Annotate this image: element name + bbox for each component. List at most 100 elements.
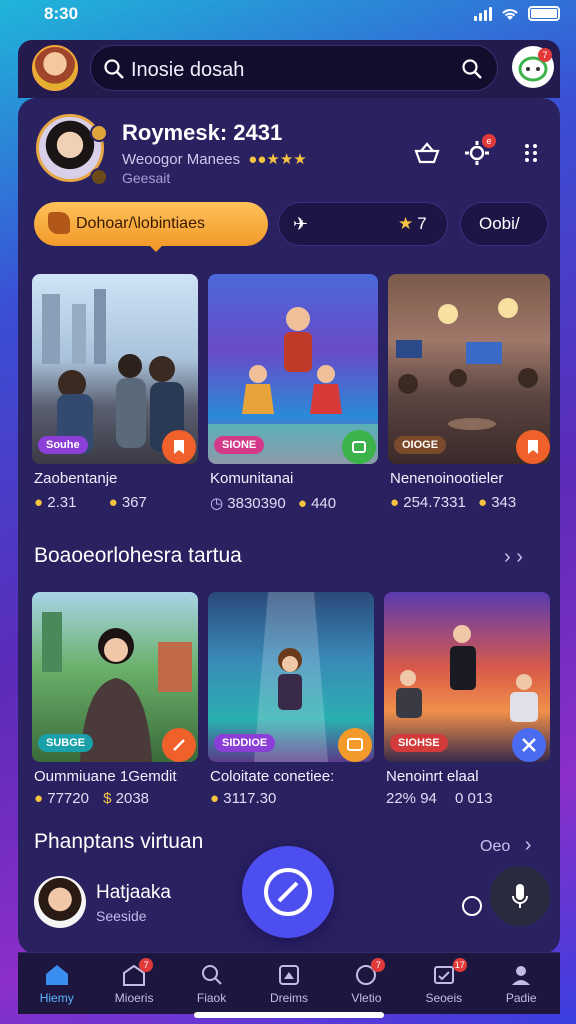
card-stats: ● 3117.30	[210, 790, 276, 807]
coin-icon: ●	[34, 790, 44, 807]
person-subtitle: Seeside	[96, 908, 147, 924]
pin-icon: ✈	[293, 213, 309, 234]
card-tag: SUBGE	[38, 734, 94, 752]
expand-button[interactable]	[512, 728, 546, 762]
content-card[interactable]: SUBGE Oummiuane 1Gemdit ● 77720 $ 2038	[32, 592, 198, 812]
nav-store[interactable]: 7 Mioeris	[99, 954, 169, 1014]
nav-label: Hiemy	[39, 990, 74, 1005]
coin-icon: ●	[34, 494, 44, 511]
emoji-icon: ●	[108, 494, 118, 511]
bookmark-button[interactable]	[516, 430, 550, 464]
nav-label: Mioeris	[114, 990, 154, 1005]
featured-card[interactable]: SIONE Komunitanai ◷ 3830390 ● 440	[208, 274, 378, 524]
clock-icon: ◷	[210, 495, 224, 512]
card-title: Zaobentanje	[34, 470, 118, 487]
nav-home[interactable]: Hiemy	[22, 954, 92, 1014]
content-card[interactable]: SIOHSE Nenoinrt elaal 22% 94 0 013	[384, 592, 550, 812]
card-title: Oummiuane 1Gemdit	[34, 768, 177, 785]
person-avatar[interactable]	[34, 876, 86, 928]
microphone-icon	[512, 884, 528, 908]
notifications-button[interactable]: e	[458, 134, 496, 172]
expand-icon	[522, 738, 536, 752]
profile-subtitle: Weoogor Manees ●●★★★	[122, 150, 307, 168]
filter-chip-other-label: Oobi/	[479, 214, 520, 233]
nav-profile[interactable]: Padie	[486, 954, 556, 1014]
nav-video[interactable]: 7 Vletio	[331, 954, 401, 1014]
bookmark-icon	[174, 440, 184, 454]
compose-fab[interactable]	[242, 846, 334, 938]
section-arrow-icon[interactable]: › ›	[504, 546, 523, 569]
more-grid-icon	[525, 144, 537, 162]
nav-label: Vletio	[351, 990, 382, 1005]
people-icon: ●	[477, 494, 488, 511]
profile-subtitle-text: Weoogor Manees	[122, 151, 241, 168]
card-stat-2: 367	[121, 494, 147, 511]
chat-button[interactable]: 7	[512, 46, 554, 88]
person-name: Hatjaaka	[96, 882, 171, 903]
notifications-badge: e	[482, 134, 496, 148]
card-tag: SIDDIOE	[214, 734, 276, 752]
home-indicator	[194, 1012, 384, 1018]
search-input[interactable]: Inosie dosah	[131, 59, 244, 82]
nav-badge: 7	[139, 957, 154, 972]
bookmark-icon	[528, 440, 538, 454]
card-stat-1: 22% 94	[386, 790, 437, 807]
featured-card[interactable]: Souhe Zaobentanje ● 2.31 ● 367	[32, 274, 198, 524]
more-menu-button[interactable]	[512, 134, 550, 172]
nav-messages[interactable]: 17 Seoeis	[409, 954, 479, 1014]
refresh-icon	[264, 868, 312, 916]
mic-button[interactable]	[490, 866, 550, 926]
edit-button[interactable]	[162, 728, 196, 762]
featured-card[interactable]: OIOGE Nenenoinootieler ● 254.7331 ● 343	[388, 274, 550, 524]
search-bar[interactable]: Inosie dosah	[90, 45, 498, 91]
coin-icon: ●	[390, 494, 400, 511]
nav-search[interactable]: Fiaok	[177, 954, 247, 1014]
card-title: Coloitate conetiee:	[210, 768, 335, 785]
status-time: 8:30	[44, 4, 79, 23]
pen-icon	[173, 739, 185, 751]
card-tag: Souhe	[38, 436, 88, 454]
bookmark-button[interactable]	[162, 430, 196, 464]
user-icon	[512, 965, 531, 985]
card-stat-1: 3117.30	[223, 790, 277, 807]
card-tag: SIONE	[214, 436, 265, 454]
filter-chip-primary[interactable]: Dohoar/\lobintiaes	[34, 202, 268, 246]
filter-chip-stars[interactable]: ★ 7	[384, 202, 450, 246]
main-panel: Roymesk: 2431 Weoogor Manees ●●★★★ Geesa…	[18, 98, 560, 954]
card-title: Komunitanai	[210, 470, 294, 487]
section-link[interactable]: Oeo ›	[480, 834, 531, 857]
content-card[interactable]: SIDDIOE Coloitate conetiee: ● 3117.30	[208, 592, 374, 812]
nav-label: Padie	[505, 990, 537, 1005]
bottom-nav: Hiemy 7 Mioeris Fiaok Dreims 7 Vletio 17…	[18, 952, 560, 1014]
hand-icon	[48, 212, 70, 234]
comment-button[interactable]	[338, 728, 372, 762]
nav-badge: 7	[371, 957, 386, 972]
nav-badge: 17	[452, 957, 467, 972]
filter-chip-other[interactable]: Oobi/	[460, 202, 548, 246]
card-stats: 22% 94 0 013	[386, 790, 493, 807]
pill-pointer	[148, 244, 164, 252]
nav-label: Dreims	[269, 990, 308, 1005]
radio-icon[interactable]	[462, 896, 482, 916]
level-badge-icon	[90, 124, 108, 142]
card-title: Nenenoinootieler	[390, 470, 504, 487]
section-title: Boaoeorlohesra tartua	[34, 544, 242, 567]
card-tag: OIOGE	[394, 436, 447, 454]
filter-chip-stars-label: 7	[417, 214, 427, 233]
card-stat-2: 343	[491, 494, 517, 511]
nav-drama[interactable]: Dreims	[254, 954, 324, 1014]
basket-button[interactable]	[408, 134, 446, 172]
card-stats: ● 77720 $ 2038	[34, 790, 149, 807]
status-icons	[474, 6, 560, 21]
signal-icon	[474, 6, 492, 21]
nav-label: Fiaok	[196, 990, 227, 1005]
search-icon	[201, 964, 222, 985]
user-avatar[interactable]	[32, 45, 78, 91]
comment-icon	[347, 738, 363, 751]
battery-icon	[528, 6, 560, 21]
card-title: Nenoinrt elaal	[386, 768, 479, 785]
share-button[interactable]	[342, 430, 376, 464]
card-stat-1: 77720	[47, 790, 89, 807]
search-submit-icon[interactable]	[461, 58, 483, 80]
profile-name: Roymesk: 2431	[122, 120, 283, 145]
